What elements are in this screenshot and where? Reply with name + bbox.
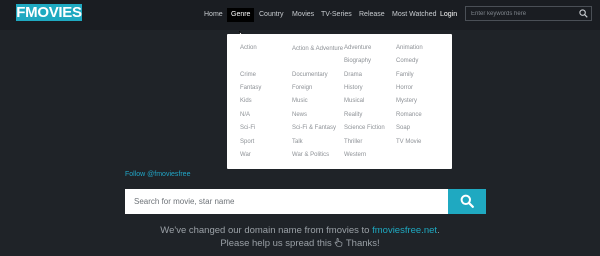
nav-country[interactable]: Country	[255, 8, 288, 22]
login-link[interactable]: Login	[436, 8, 461, 22]
genre-item[interactable]: Fantasy	[240, 85, 261, 92]
follow-link[interactable]: Follow @fmoviesfree	[125, 171, 190, 178]
genre-item[interactable]: Documentary	[292, 72, 328, 79]
genre-item[interactable]: Animation	[396, 45, 423, 52]
top-header: FMOVIES Home Genre Country Movies TV-Ser…	[0, 0, 600, 30]
genre-item[interactable]: Reality	[344, 112, 362, 119]
genre-item[interactable]: Crime	[240, 72, 256, 79]
header-search	[465, 6, 592, 21]
genre-item[interactable]: Kids	[240, 98, 252, 105]
nav-most-watched[interactable]: Most Watched	[388, 8, 440, 22]
main-search	[125, 189, 486, 214]
genre-item[interactable]: Talk	[292, 139, 303, 146]
genre-item[interactable]: Sci-Fi & Fantasy	[292, 125, 336, 132]
search-icon	[460, 194, 474, 208]
genre-item[interactable]: Comedy	[396, 58, 418, 65]
genre-item[interactable]: Science Fiction	[344, 125, 385, 132]
genre-item[interactable]: Mystery	[396, 98, 417, 105]
genre-item[interactable]: Thriller	[344, 139, 362, 146]
genre-item[interactable]: Action	[240, 45, 257, 52]
genre-item[interactable]: Foreign	[292, 85, 312, 92]
genre-item[interactable]: TV Movie	[396, 139, 421, 146]
genre-item[interactable]: Family	[396, 72, 414, 79]
genre-dropdown: Action Action & Adventure Adventure Anim…	[227, 34, 452, 169]
genre-item[interactable]: News	[292, 112, 307, 119]
nav-release[interactable]: Release	[355, 8, 389, 22]
genre-item[interactable]: Drama	[344, 72, 362, 79]
site-logo[interactable]: FMOVIES	[16, 4, 82, 21]
genre-item[interactable]: Music	[292, 98, 308, 105]
new-domain-link[interactable]: fmoviesfree.net	[372, 225, 437, 236]
genre-item[interactable]: Romance	[396, 112, 422, 119]
domain-notice-line2: Please help us spread this Thanks!	[0, 238, 600, 249]
genre-item[interactable]: Adventure	[344, 45, 371, 52]
genre-item[interactable]: Action & Adventure	[292, 45, 343, 53]
genre-item[interactable]: Soap	[396, 125, 410, 132]
nav-home[interactable]: Home	[200, 8, 227, 22]
nav-tv-series[interactable]: TV-Series	[317, 8, 356, 22]
genre-item[interactable]: Western	[344, 152, 366, 159]
genre-item[interactable]: War	[240, 152, 251, 159]
genre-item[interactable]: Horror	[396, 85, 413, 92]
genre-item[interactable]: Musical	[344, 98, 364, 105]
genre-item[interactable]: History	[344, 85, 363, 92]
nav-genre[interactable]: Genre	[227, 8, 255, 22]
notice-text: .	[437, 225, 440, 236]
genre-item[interactable]: Biography	[344, 58, 371, 65]
header-search-input[interactable]	[471, 7, 575, 20]
genre-item[interactable]: War & Politics	[292, 152, 329, 159]
nav-movies[interactable]: Movies	[288, 8, 318, 22]
main-search-input[interactable]	[125, 189, 448, 214]
genre-item[interactable]: Sport	[240, 139, 254, 146]
notice-text: Thanks!	[345, 238, 380, 249]
hand-pointer-icon	[335, 238, 343, 247]
search-icon[interactable]	[579, 9, 588, 18]
domain-notice-line1: We've changed our domain name from fmovi…	[0, 225, 600, 236]
genre-item[interactable]: Sci-Fi	[240, 125, 255, 132]
notice-text: We've changed our domain name from fmovi…	[160, 225, 373, 236]
genre-item[interactable]: N/A	[240, 112, 250, 119]
notice-text: Please help us spread this	[220, 238, 332, 249]
main-search-button[interactable]	[448, 189, 486, 214]
